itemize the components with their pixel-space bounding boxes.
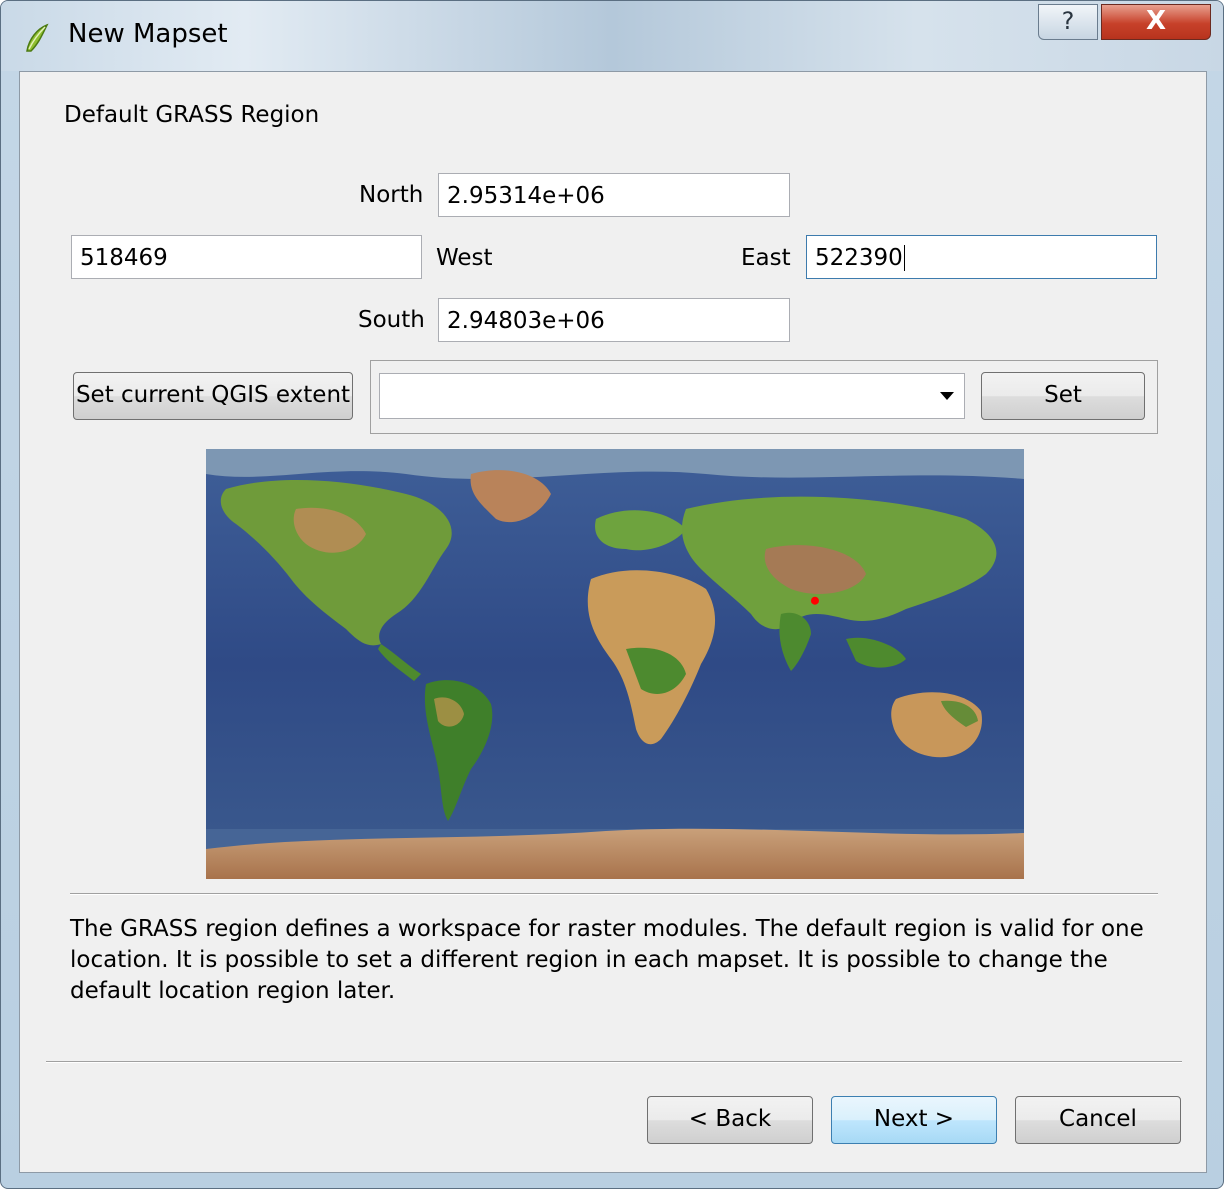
extent-selector-group: Set (370, 360, 1158, 434)
region-description: The GRASS region defines a workspace for… (70, 916, 1144, 1004)
back-label: < Back (688, 1106, 772, 1132)
east-field[interactable]: 522390 (806, 235, 1157, 279)
region-marker (810, 596, 819, 605)
west-field[interactable]: 518469 (71, 235, 422, 279)
new-mapset-window: New Mapset ? X Default GRASS Region Nort… (0, 0, 1224, 1189)
title-bar[interactable]: New Mapset ? X (1, 1, 1223, 71)
south-field[interactable]: 2.94803e+06 (438, 298, 790, 342)
north-label: North (359, 182, 424, 208)
qgis-icon (26, 23, 49, 52)
help-button[interactable]: ? (1038, 4, 1098, 40)
dropdown-arrow-icon[interactable] (940, 392, 954, 400)
footer-separator (46, 1061, 1182, 1063)
cancel-label: Cancel (1059, 1106, 1137, 1132)
east-label: East (741, 245, 791, 271)
wizard-page: Default GRASS Region North 2.95314e+06 5… (19, 71, 1207, 1173)
back-button[interactable]: < Back (647, 1096, 813, 1144)
separator (70, 893, 1158, 895)
set-button[interactable]: Set (981, 372, 1145, 420)
south-label: South (358, 307, 425, 333)
cancel-button[interactable]: Cancel (1015, 1096, 1181, 1144)
close-icon: X (1145, 6, 1167, 36)
world-map[interactable] (206, 449, 1024, 879)
next-button[interactable]: Next > (831, 1096, 997, 1144)
next-label: Next > (873, 1106, 955, 1132)
layer-extent-combo[interactable] (379, 373, 965, 419)
set-current-qgis-extent-button[interactable]: Set current QGIS extent (73, 372, 353, 420)
page-heading: Default GRASS Region (64, 102, 320, 128)
help-icon: ? (1061, 7, 1075, 35)
world-map-image (206, 449, 1024, 879)
north-field[interactable]: 2.95314e+06 (438, 173, 790, 217)
window-title: New Mapset (68, 19, 228, 49)
west-label: West (436, 245, 493, 271)
east-value: 522390 (815, 245, 903, 271)
text-caret (903, 245, 905, 271)
close-button[interactable]: X (1101, 4, 1211, 40)
